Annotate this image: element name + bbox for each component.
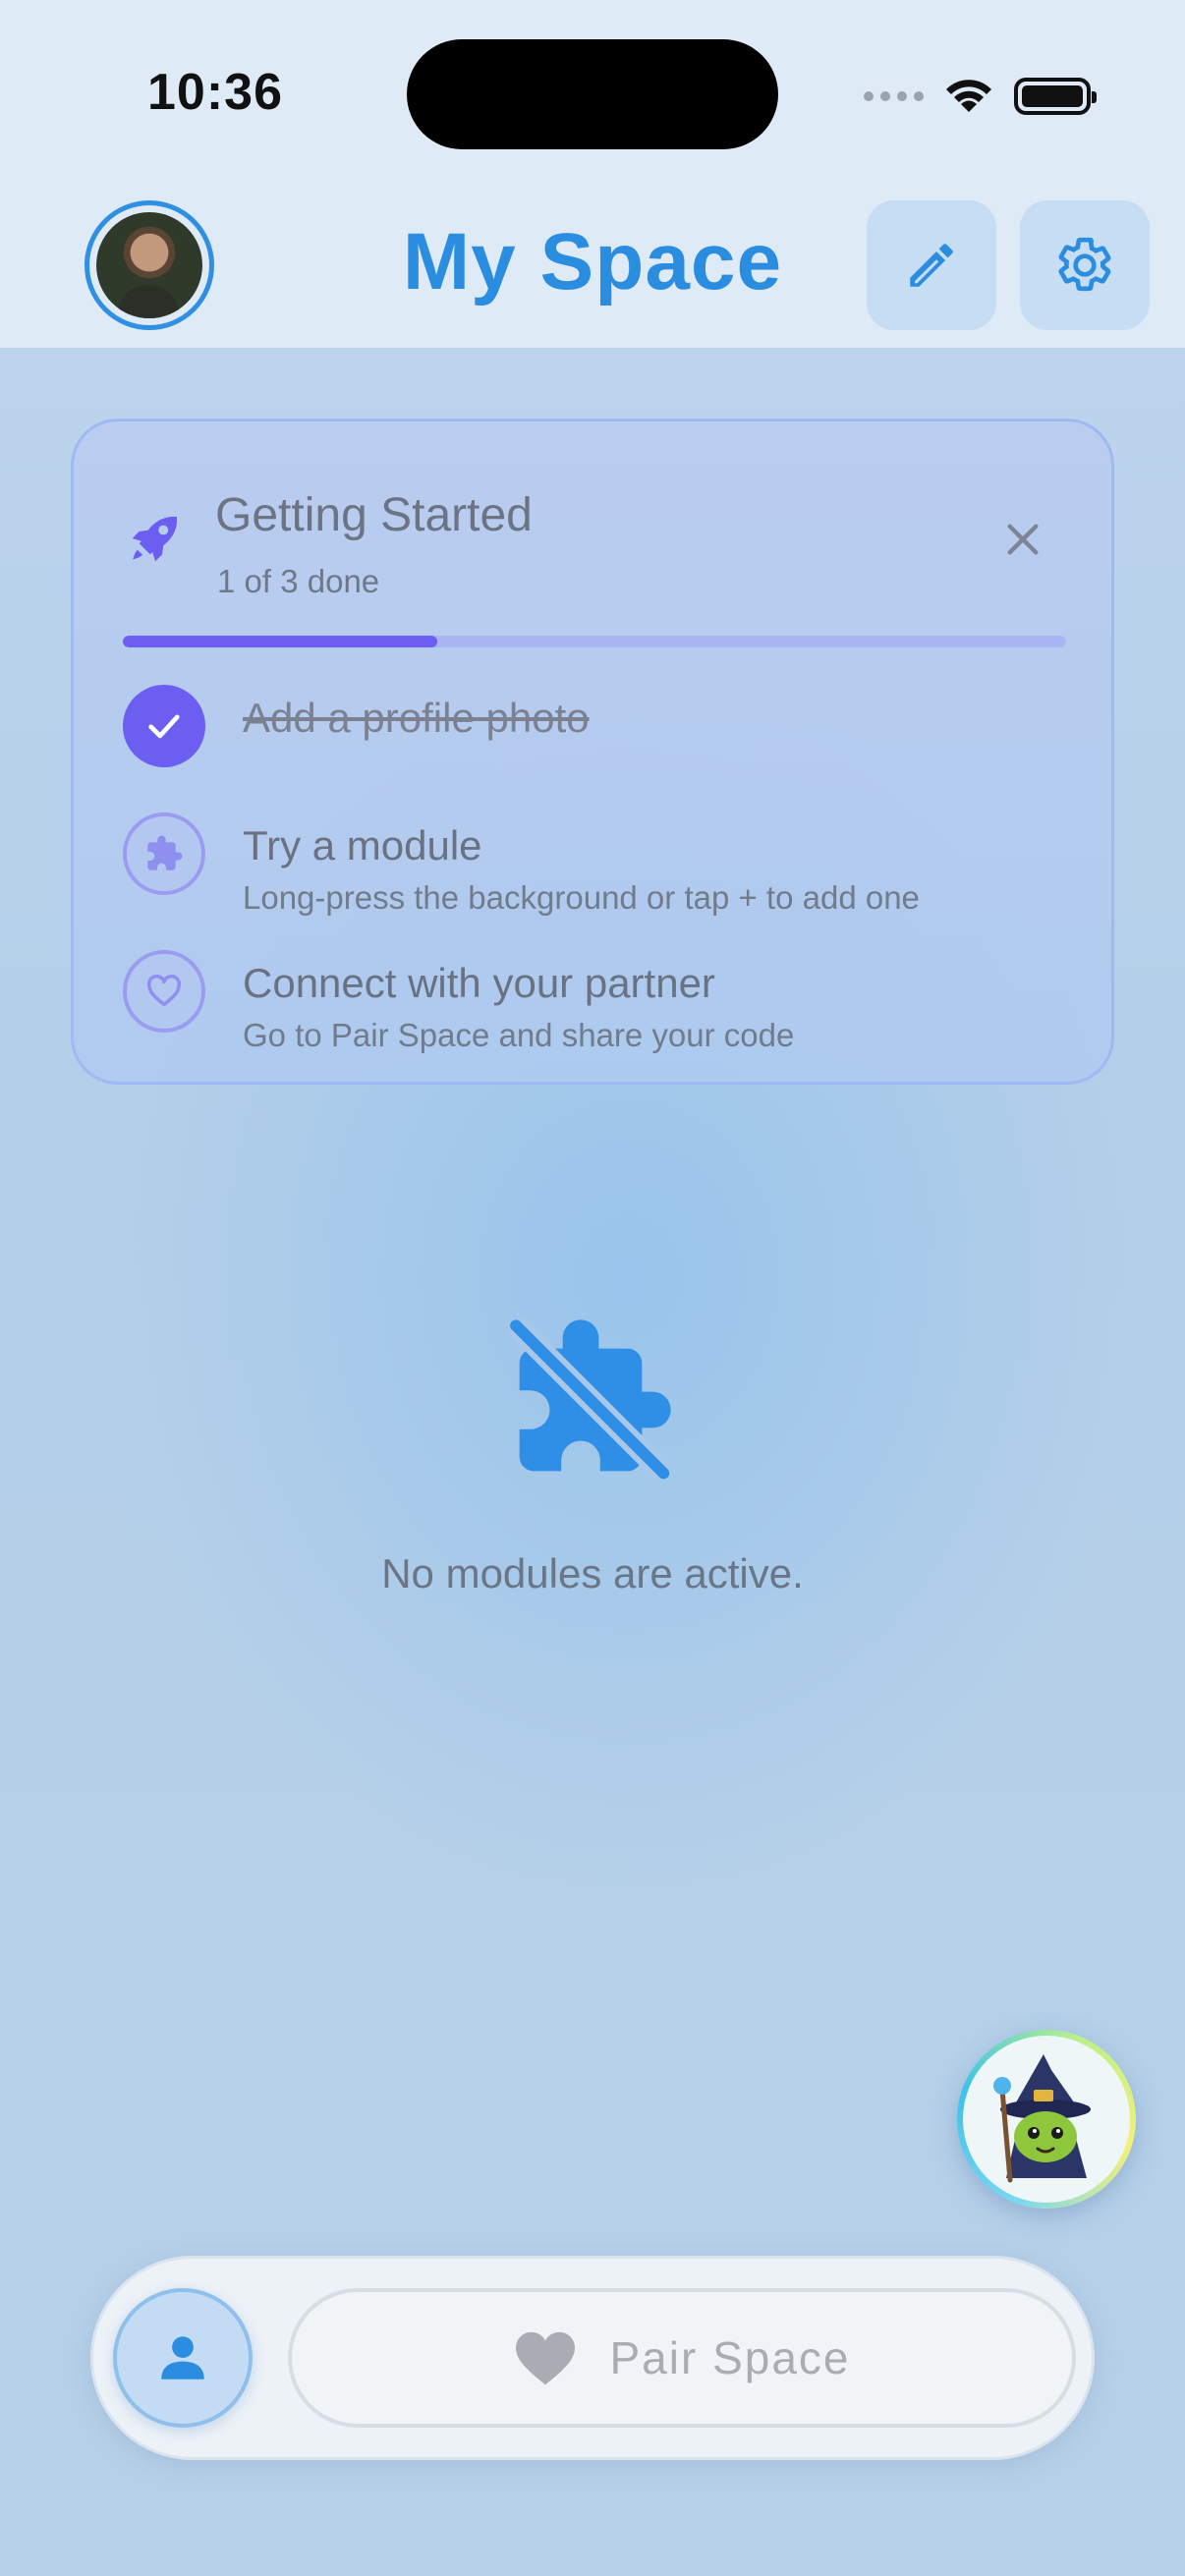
task-pending-indicator (123, 950, 205, 1033)
getting-started-progress-text: 1 of 3 done (217, 563, 380, 599)
rocket-icon (132, 516, 178, 562)
task-subtitle: Go to Pair Space and share your code (243, 1017, 795, 1053)
top-header-area: 10:36 My Space (0, 0, 1185, 348)
assistant-wizard-button[interactable] (957, 2030, 1136, 2209)
getting-started-progress-bar (123, 636, 1066, 647)
nav-my-space-button[interactable] (113, 2288, 253, 2428)
avatar-photo (96, 212, 202, 318)
status-indicators (864, 73, 1097, 120)
task-title: Add a profile photo (243, 695, 590, 741)
nav-pair-space-label: Pair Space (609, 2332, 851, 2383)
heart-outline-icon (146, 975, 182, 1007)
getting-started-card: Getting Started 1 of 3 done Add a profil… (71, 419, 1114, 1085)
task-title: Try a module (243, 822, 482, 868)
page-title: My Space (402, 217, 783, 307)
profile-avatar[interactable] (85, 200, 214, 330)
getting-started-title: Getting Started (215, 489, 533, 541)
checkmark-icon (148, 714, 180, 739)
extension-off-icon (507, 1316, 672, 1482)
pencil-icon (910, 244, 953, 287)
gear-icon (1058, 237, 1111, 292)
task-complete-indicator (123, 685, 205, 767)
nav-pair-space-button[interactable]: Pair Space (288, 2288, 1076, 2428)
task-title: Connect with your partner (243, 960, 715, 1006)
person-icon (161, 2336, 204, 2380)
wizard-mascot-icon (963, 2036, 1130, 2203)
wifi-icon (946, 80, 991, 112)
progress-fill (123, 636, 437, 647)
task-connect-partner[interactable]: Connect with your partner Go to Pair Spa… (123, 950, 1066, 1058)
dynamic-island (407, 39, 778, 149)
close-icon[interactable] (1003, 520, 1043, 559)
edit-button[interactable] (867, 200, 996, 330)
settings-button[interactable] (1020, 200, 1150, 330)
empty-state-message: No modules are active. (381, 1550, 804, 1596)
bottom-nav: Pair Space (90, 2256, 1095, 2460)
puzzle-icon (147, 835, 183, 870)
task-pending-indicator (123, 812, 205, 895)
task-try-module[interactable]: Try a module Long-press the background o… (123, 812, 1066, 921)
cellular-signal-icon (864, 91, 924, 101)
task-add-profile-photo[interactable]: Add a profile photo (123, 685, 1066, 773)
status-time: 10:36 (147, 64, 283, 121)
heart-icon (516, 2331, 576, 2385)
task-subtitle: Long-press the background or tap + to ad… (243, 879, 920, 916)
battery-icon (1014, 78, 1097, 115)
